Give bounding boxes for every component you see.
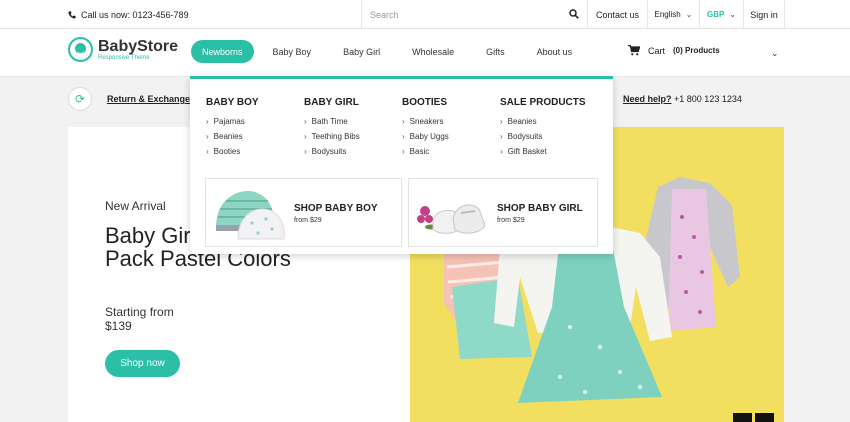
shop-now-button[interactable]: Shop now <box>105 350 180 377</box>
signin-label: Sign in <box>750 9 778 20</box>
help-phone: +1 800 123 1234 <box>674 94 742 104</box>
nav-item-newborns[interactable]: Newborns <box>191 40 254 63</box>
menu-column-baby-boy: BABY BOY Pajamas Beanies Booties <box>206 97 259 162</box>
next-slide-button[interactable] <box>755 413 774 422</box>
currency-select[interactable]: GBP ⌄ <box>699 0 743 29</box>
search-input[interactable] <box>370 9 560 20</box>
chevron-down-icon: ⌄ <box>729 10 737 19</box>
menu-link[interactable]: Baby Uggs <box>402 132 449 141</box>
chevron-down-icon: ⌄ <box>685 10 693 19</box>
cart-button[interactable]: Cart (0) Products <box>628 45 720 56</box>
menu-link[interactable]: Basic <box>402 147 449 156</box>
top-bar: Call us now: 0123-456-789 Contact us Eng… <box>0 0 850 29</box>
promo-baby-girl[interactable]: SHOP BABY GIRL from $29 <box>408 178 598 247</box>
menu-column-baby-girl: BABY GIRL Bath Time Teething Bibs Bodysu… <box>304 97 360 162</box>
nav-item-about-us[interactable]: About us <box>526 40 584 63</box>
currency-label: GBP <box>706 10 725 19</box>
cart-label: Cart <box>648 45 666 56</box>
menu-column-title: SALE PRODUCTS <box>500 97 586 108</box>
menu-link[interactable]: Gift Basket <box>500 147 586 156</box>
menu-link[interactable]: Sneakers <box>402 117 449 126</box>
contact-label: Contact us <box>595 9 640 20</box>
baby-face-icon <box>68 37 93 62</box>
hero-starting: Starting from $139 <box>105 305 174 333</box>
cart-icon <box>628 45 640 56</box>
signin-link[interactable]: Sign in <box>743 0 785 29</box>
phone-icon <box>68 10 76 19</box>
brand-tagline: Responsive Theme <box>98 54 150 61</box>
hero-badge: New Arrival <box>105 199 166 213</box>
language-label: English <box>654 10 681 19</box>
menu-link[interactable]: Teething Bibs <box>304 132 360 141</box>
refresh-icon: ⟳ <box>68 87 92 111</box>
brand-name: BabyStore <box>98 37 179 55</box>
nav-item-wholesale[interactable]: Wholesale <box>401 40 465 63</box>
main-nav: Newborns Baby Boy Baby Girl Wholesale Gi… <box>191 40 583 63</box>
beanies-image <box>216 191 285 240</box>
slider-arrows <box>733 413 774 422</box>
return-exchange-link[interactable]: Return & Exchange i <box>107 94 195 104</box>
menu-link[interactable]: Bath Time <box>304 117 360 126</box>
menu-column-booties: BOOTIES Sneakers Baby Uggs Basic <box>402 97 449 162</box>
menu-column-title: BABY GIRL <box>304 97 359 108</box>
menu-link[interactable]: Bodysuits <box>500 132 586 141</box>
menu-link[interactable]: Bodysuits <box>304 147 360 156</box>
search-box[interactable] <box>361 0 587 29</box>
language-select[interactable]: English ⌄ <box>647 0 699 29</box>
help-info: Need help? +1 800 123 1234 <box>623 94 742 104</box>
promo-price: from $29 <box>497 217 525 224</box>
contact-link[interactable]: Contact us <box>587 0 647 29</box>
nav-item-baby-boy[interactable]: Baby Boy <box>262 40 323 63</box>
mega-menu: BABY BOY Pajamas Beanies Booties BABY GI… <box>190 76 613 254</box>
promo-price: from $29 <box>294 217 322 224</box>
main-header: BabyStore Responsive Theme Newborns Baby… <box>0 29 850 77</box>
cart-count: (0) Products <box>673 46 720 55</box>
hero-price: $139 <box>105 319 132 333</box>
starting-label: Starting from <box>105 305 174 319</box>
logo[interactable]: BabyStore Responsive Theme <box>68 37 178 62</box>
phone-info: Call us now: 0123-456-789 <box>68 0 189 29</box>
chevron-down-icon[interactable]: ⌄ <box>771 48 779 59</box>
menu-column-sale-products: SALE PRODUCTS Beanies Bodysuits Gift Bas… <box>500 97 586 162</box>
nav-item-gifts[interactable]: Gifts <box>475 40 516 63</box>
menu-link[interactable]: Booties <box>206 147 259 156</box>
nav-item-baby-girl[interactable]: Baby Girl <box>332 40 391 63</box>
promo-title: SHOP BABY BOY <box>294 203 378 214</box>
menu-column-title: BOOTIES <box>402 97 448 108</box>
menu-link[interactable]: Beanies <box>206 132 259 141</box>
promo-baby-boy[interactable]: SHOP BABY BOY from $29 <box>205 178 402 247</box>
help-link[interactable]: Need help? <box>623 94 672 104</box>
phone-text: Call us now: 0123-456-789 <box>81 9 189 20</box>
page: Call us now: 0123-456-789 Contact us Eng… <box>0 0 850 422</box>
prev-slide-button[interactable] <box>733 413 752 422</box>
menu-column-title: BABY BOY <box>206 97 259 108</box>
menu-link[interactable]: Pajamas <box>206 117 259 126</box>
promo-title: SHOP BABY GIRL <box>497 203 583 214</box>
baby-shoes-image <box>417 204 486 234</box>
menu-link[interactable]: Beanies <box>500 117 586 126</box>
search-icon[interactable] <box>569 9 579 19</box>
